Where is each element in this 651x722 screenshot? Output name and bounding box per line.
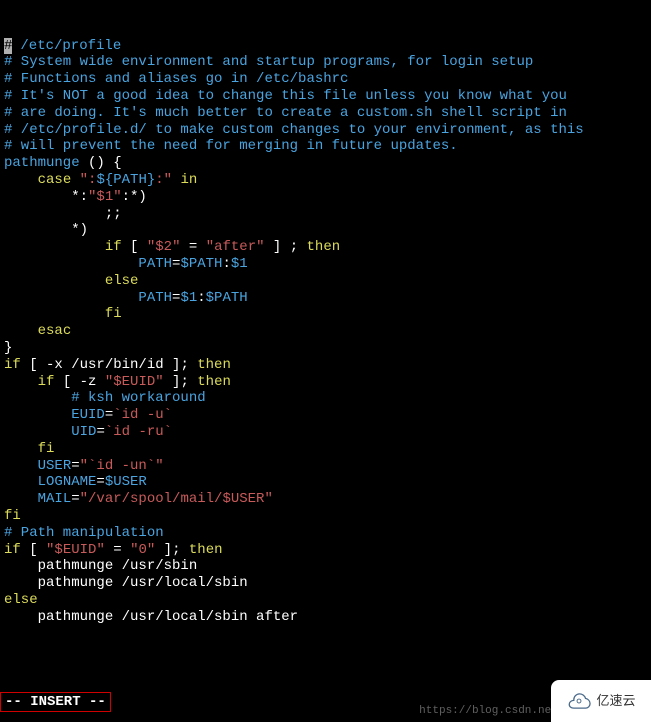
- code-line[interactable]: esac: [4, 323, 647, 340]
- code-line[interactable]: # are doing. It's much better to create …: [4, 105, 647, 122]
- watermark-text: https://blog.csdn.net/q: [419, 705, 571, 718]
- logo-badge: 亿速云: [551, 680, 651, 722]
- code-line[interactable]: if [ -z "$EUID" ]; then: [4, 374, 647, 391]
- code-line[interactable]: pathmunge () {: [4, 155, 647, 172]
- code-line[interactable]: # It's NOT a good idea to change this fi…: [4, 88, 647, 105]
- code-line[interactable]: }: [4, 340, 647, 357]
- cursor: #: [4, 38, 12, 55]
- logo-text: 亿速云: [596, 693, 635, 709]
- code-line[interactable]: pathmunge /usr/local/sbin: [4, 575, 647, 592]
- code-line[interactable]: # ksh workaround: [4, 390, 647, 407]
- code-line[interactable]: if [ -x /usr/bin/id ]; then: [4, 357, 647, 374]
- code-line[interactable]: pathmunge /usr/local/sbin after: [4, 609, 647, 626]
- code-line[interactable]: UID=`id -ru`: [4, 424, 647, 441]
- terminal-editor[interactable]: # /etc/profile# System wide environment …: [0, 0, 651, 646]
- code-line[interactable]: fi: [4, 306, 647, 323]
- code-line[interactable]: # will prevent the need for merging in f…: [4, 138, 647, 155]
- code-line[interactable]: fi: [4, 441, 647, 458]
- code-line[interactable]: else: [4, 592, 647, 609]
- code-line[interactable]: # /etc/profile.d/ to make custom changes…: [4, 122, 647, 139]
- code-line[interactable]: # Functions and aliases go in /etc/bashr…: [4, 71, 647, 88]
- code-line[interactable]: EUID=`id -u`: [4, 407, 647, 424]
- code-line[interactable]: LOGNAME=$USER: [4, 474, 647, 491]
- code-line[interactable]: *): [4, 222, 647, 239]
- code-line[interactable]: fi: [4, 508, 647, 525]
- code-line[interactable]: # Path manipulation: [4, 525, 647, 542]
- code-line[interactable]: MAIL="/var/spool/mail/$USER": [4, 491, 647, 508]
- code-line[interactable]: # System wide environment and startup pr…: [4, 54, 647, 71]
- code-line[interactable]: ;;: [4, 206, 647, 223]
- editor-content[interactable]: # /etc/profile# System wide environment …: [4, 38, 647, 626]
- code-line[interactable]: else: [4, 273, 647, 290]
- code-line[interactable]: # /etc/profile: [4, 38, 647, 55]
- cloud-icon: [566, 692, 592, 710]
- code-line[interactable]: PATH=$PATH:$1: [4, 256, 647, 273]
- code-line[interactable]: if [ "$EUID" = "0" ]; then: [4, 542, 647, 559]
- code-line[interactable]: *:"$1":*): [4, 189, 647, 206]
- vim-mode-indicator: -- INSERT --: [0, 692, 111, 713]
- code-line[interactable]: PATH=$1:$PATH: [4, 290, 647, 307]
- code-line[interactable]: if [ "$2" = "after" ] ; then: [4, 239, 647, 256]
- code-line[interactable]: pathmunge /usr/sbin: [4, 558, 647, 575]
- code-line[interactable]: case ":${PATH}:" in: [4, 172, 647, 189]
- code-line[interactable]: USER="`id -un`": [4, 458, 647, 475]
